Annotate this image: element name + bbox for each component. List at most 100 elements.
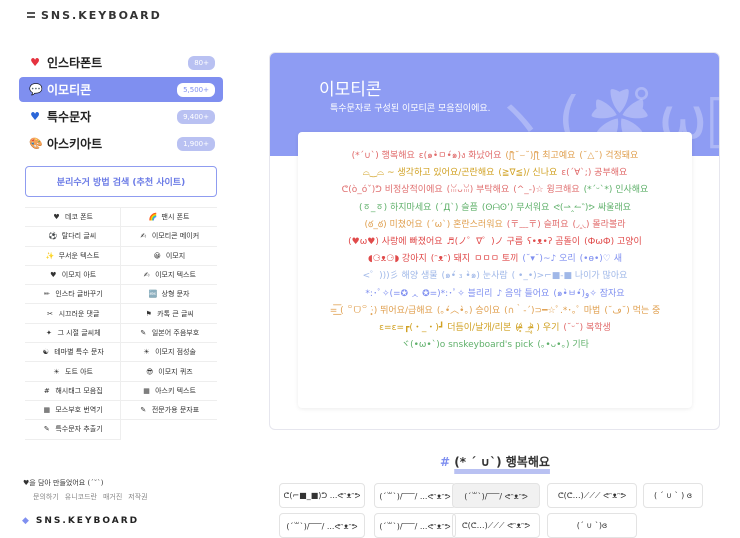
tool-link[interactable]: ☀ 이모지 점성술	[121, 343, 217, 363]
emoticon-category-link[interactable]: ᕦ(ò_óˇ)ᕤ 비정상적이에요	[342, 185, 443, 195]
tool-link[interactable]: # 해시태그 모음집	[25, 381, 121, 401]
tool-link[interactable]: ▦ 모스부호 번역기	[25, 400, 121, 421]
emoticon-category-link[interactable]: (ʃƪ˘⌣˘)ʃƪ 최고예요	[505, 151, 575, 161]
emoticon-category-link[interactable]: (ʘᗩʘ’) 무서워요	[482, 203, 550, 213]
emoticon-category-link[interactable]: ♪ 음악 들어요	[496, 289, 549, 299]
emoticon-category-link[interactable]: (◞‸◟) 몰라볼라	[573, 220, 626, 230]
emoticon-category-link[interactable]: (*ˊᵕˋ*) 인사해요	[584, 185, 649, 195]
tool-link-icon: ✎	[43, 425, 50, 434]
tool-link[interactable]: ✨ 무서운 텍스트	[25, 246, 121, 266]
emoticon-variant-button[interactable]: (´꒳`)/‾‾‾/ ᕙᵔᴥᵔᕗ	[452, 483, 540, 508]
emoticon-category-link[interactable]: (´ω`) 혼란스러워요	[427, 220, 503, 230]
emoticon-category-link[interactable]: ʕ•ᴥ•ʔ 곰돌이	[527, 237, 580, 247]
tool-link[interactable]: 🔤 상형 문자	[121, 285, 217, 305]
emoticon-category-link[interactable]: (ꈍᴗꈍ) 부탁해요	[447, 185, 510, 195]
emoticon-category-link[interactable]: (∩｀-´)⊃━☆ﾟ.*･｡ﾟ 마법	[504, 306, 600, 316]
emoticon-category-link[interactable]: ⌓‿⌓ ~ 생각하고 있어요/곤란해요	[363, 168, 495, 178]
category-item[interactable]: ♥ 인스타폰트 80+	[19, 50, 223, 75]
emoticon-variant-button[interactable]: (´꒳`)/‾‾‾/ ...ᕙᵔᴥᵔᕗ	[374, 483, 456, 508]
emoticon-category-link[interactable]: (˘△˘) 걱정돼요	[579, 151, 638, 161]
footer-logo[interactable]: ◆ SNS.KEYBOARD	[22, 516, 139, 526]
emoticon-category-link[interactable]: (˘ᵕ˘) 복학생	[563, 323, 610, 333]
emoticon-category-link[interactable]: (ఠ_ఠ) 미쳤어요	[364, 220, 422, 230]
tool-link[interactable]: ✦ 그 시절 글씨체	[25, 323, 121, 344]
emoticon-category-link[interactable]: ㅁㅁㅁ 토끼	[474, 254, 518, 264]
emoticon-row: ヾ(•ω•`)o snskeyboard's pick (｡•ᴗ•｡) 기타	[298, 337, 692, 354]
brand-logo[interactable]: SNS.KEYBOARD	[27, 9, 162, 22]
emoticon-category-link[interactable]: ε(๑•̀ㅁ•́๑)ง 화났어요	[419, 151, 502, 161]
menu-icon[interactable]	[27, 12, 35, 18]
emoticon-category-link[interactable]: =͟͟͞͞ ( ꒪ᗜ꒪ ‧̣̥̇) 뛰어요/급해요	[330, 306, 433, 316]
emoticon-category-link[interactable]: (ᵔᴥᵔ) 돼지	[431, 254, 470, 264]
tool-link[interactable]: ⚽ 탈다리 글씨	[25, 227, 121, 247]
tool-link[interactable]: ▦ 아스키 텍스트	[121, 382, 217, 401]
emoticon-category-link[interactable]: (*´∪`) 행복해요	[352, 151, 415, 161]
emoticon-category-link[interactable]: (ㆆ_ㆆ) 하지마세요	[359, 203, 431, 213]
category-list: ♥ 인스타폰트 80+ 💬 이모티콘 5,500+ ♥ 특수문자 9,400+ 🎨 아스키아트 1,9…	[19, 50, 223, 156]
tool-link-icon: ✨	[45, 251, 55, 260]
tool-link[interactable]: ☀ 도트 아트	[25, 362, 121, 382]
emoticon-category-link[interactable]: (๑•̀ㅂ•́)و✧ 잠자요	[553, 289, 624, 299]
tool-link[interactable]: ✎ 전문가용 문자표	[121, 401, 217, 421]
emoticon-variant-button[interactable]: ᕦ(ᕦ…)⟋⟋⟋ ᕙᵔᴥᵔᕗ	[452, 513, 540, 538]
tool-link[interactable]: 😀 이모지	[121, 247, 217, 266]
tool-link-icon: ✍	[143, 271, 150, 280]
tool-link[interactable]: ♥ 데코 폰트	[25, 208, 121, 228]
footer-links: 문의하기 유니코드란 매거진 저작권	[33, 492, 148, 502]
emoticon-variant-button[interactable]: ᕦ(ᕦ…)⟋⟋⟋ ᕙᵔᴥᵔᕗ	[547, 483, 637, 508]
tool-link-label: 테마별 특수 문자	[54, 348, 104, 357]
emoticon-category-link[interactable]: ( •_•)>⌐■-■ 나이가 많아요	[512, 271, 628, 281]
emoticon-category-link[interactable]: ᕙ(⇀‸↼‶)ᕗ 싸울래요	[553, 203, 631, 213]
emoticon-category-link[interactable]: (｡•ᴗ•｡) 기타	[537, 340, 589, 350]
tool-link-label: 전문가용 문자표	[151, 406, 200, 415]
emoticon-category-link[interactable]: ヾ(•ω•`)o snskeyboard's pick	[401, 340, 533, 350]
emoticon-row: (♥ω♥) 사랑에 빠졌어요 ♬(ノ゜∇゜)ノ 구름 ʕ•ᴥ•ʔ 곰돌이 (ФωФ) …	[298, 234, 692, 251]
emoticon-category-link[interactable]: (〒﹏〒) 슬퍼요	[507, 220, 569, 230]
category-item[interactable]: ♥ 특수문자 9,400+	[19, 104, 223, 129]
emoticon-category-link[interactable]: (•ө•)♡ 새	[580, 254, 622, 264]
tool-link[interactable]: 😎 이모지 퀴즈	[121, 362, 217, 382]
footer-link[interactable]: 문의하기	[33, 492, 59, 502]
emoticon-category-link[interactable]: <゜)))彡 해양 생물	[363, 271, 438, 281]
footer-link[interactable]: 저작권	[128, 492, 147, 502]
tool-link[interactable]: ✍ 이모지 텍스트	[121, 266, 217, 286]
footer-link[interactable]: 유니코드란	[65, 492, 97, 502]
emoticon-category-link[interactable]: (˘▾˘)~♪ 오리	[522, 254, 575, 264]
tool-link-icon: ✂	[47, 309, 53, 318]
tool-link-icon: #	[43, 386, 50, 395]
tool-link-label: 탈다리 글씨	[61, 232, 97, 241]
emoticon-category-link[interactable]: (≧∇≦)/ 신나요	[498, 168, 557, 178]
emoticon-category-link[interactable]: (๑•́ ₃ •̀๑) 눈사람	[442, 271, 508, 281]
emoticon-variant-button[interactable]: (´꒳`)/‾‾‾/ ...ᕙᵔᴥᵔᕗ	[279, 513, 365, 538]
tool-link[interactable]: ✏ 인스타 글바꾸기	[25, 285, 121, 305]
tool-link[interactable]: ✎ 특수문자 추출기	[25, 420, 121, 440]
emoticon-category-link[interactable]: ♬(ノ゜∇゜)ノ 구름	[447, 237, 524, 247]
footer-link[interactable]: 매거진	[103, 492, 122, 502]
tool-link[interactable]: ☯ 테마별 특수 문자	[25, 343, 121, 363]
emoticon-row: <゜)))彡 해양 생물 (๑•́ ₃ •̀๑) 눈사람 ( •_•)>⌐■-■ 나…	[298, 268, 692, 285]
emoticon-category-link[interactable]: (｡•́︿•̀｡) 승이요	[437, 306, 500, 316]
tool-link[interactable]: ⚑ 카톡 큰 글씨	[121, 304, 217, 324]
emoticon-category-link[interactable]: ◖⚆ᴥ⚆◗ 강아지	[368, 254, 427, 264]
emoticon-category-link[interactable]: *:･ﾟ✧(=✪ ᆺ ✪=)*:･ﾟ✧ 블리리	[365, 289, 492, 299]
emoticon-category-link[interactable]: ε(´∀`;) 공부해요	[561, 168, 627, 178]
emoticon-category-link[interactable]: (^_-)☆ 윙크해요	[513, 185, 579, 195]
category-item[interactable]: 🎨 아스키아트 1,900+	[19, 131, 223, 156]
tool-link[interactable]: ✂ 시끄러운 댓글	[25, 304, 121, 324]
tool-link[interactable]: ♥ 이모지 아트	[25, 265, 121, 286]
emoticon-category-link[interactable]: (˘ڡ˘) 먹는 중	[604, 306, 660, 316]
emoticon-category-link[interactable]: (ФωФ) 고양이	[584, 237, 642, 247]
emoticon-category-link[interactable]: (ᵒ̴̶̷̥́ _ᵒ̴̶̷̣̥̀ ) 우기	[515, 323, 559, 333]
tool-link[interactable]: 🌈 팬시 폰트	[121, 208, 217, 228]
emoticon-variant-button[interactable]: ( ´ ∪ ` ) ɞ	[643, 483, 703, 508]
emoticon-category-link[interactable]: ε=ε=┏(・_・)┛ 더듬이/날개/리본	[379, 323, 511, 333]
emoticon-variant-button[interactable]: (´ ∪ `)ɞ	[547, 513, 637, 538]
category-item[interactable]: 💬 이모티콘 5,500+	[19, 77, 223, 102]
emoticon-category-link[interactable]: (♥ω♥) 사랑에 빠졌어요	[348, 237, 442, 247]
tool-link[interactable]: ✍ 이모티콘 메이커	[121, 227, 217, 247]
emoticon-variant-button[interactable]: (´꒳`)/‾‾‾/ ...ᕙᵔᴥᵔᕗ	[374, 513, 456, 538]
recycle-search-button[interactable]: 분리수거 방법 검색 (추천 사이트)	[25, 166, 217, 197]
tool-link[interactable]: ✎ 일본어 주음부호	[121, 324, 217, 344]
emoticon-variant-button[interactable]: ᕦ(⌐■_■)ᕤ ...ᕙᵔᴥᵔᕗ	[279, 483, 365, 508]
emoticon-category-link[interactable]: (´Д`) 슬픔	[435, 203, 477, 213]
